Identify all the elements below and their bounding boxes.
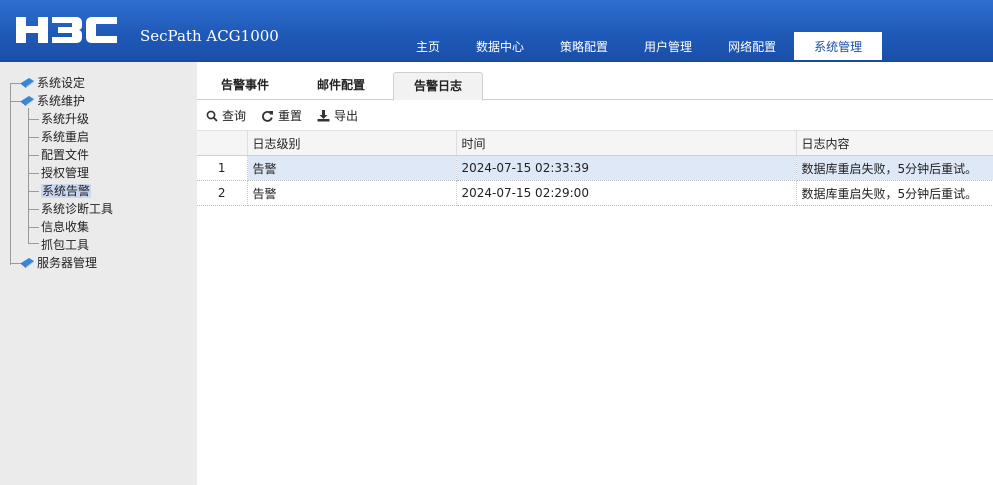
tree-item-label: 信息收集 bbox=[41, 220, 90, 234]
book-icon bbox=[21, 78, 34, 88]
nav-home[interactable]: 主页 bbox=[398, 32, 458, 62]
tree-item-system-maintenance[interactable]: 系统维护 bbox=[0, 92, 197, 110]
tab-alarm-log[interactable]: 告警日志 bbox=[393, 72, 483, 101]
alarm-log-table: 日志级别 时间 日志内容 1 告警 2024-07-15 02:33:39 数据… bbox=[197, 130, 993, 206]
book-icon bbox=[21, 258, 34, 268]
column-header-time[interactable]: 时间 bbox=[456, 130, 797, 156]
tab-mail-config[interactable]: 邮件配置 bbox=[293, 72, 389, 100]
main-nav: 主页 数据中心 策略配置 用户管理 网络配置 系统管理 bbox=[398, 32, 883, 62]
query-label: 查询 bbox=[222, 109, 247, 123]
tree-item-label: 系统重启 bbox=[41, 130, 90, 144]
table-row[interactable]: 2 告警 2024-07-15 02:29:00 数据库重启失败，5分钟后重试。 bbox=[197, 180, 993, 206]
tree-item-label: 系统告警 bbox=[41, 184, 92, 198]
tree-item-label: 系统设定 bbox=[37, 76, 86, 90]
nav-network-config[interactable]: 网络配置 bbox=[710, 32, 794, 62]
tree-item-diagnostic-tools[interactable]: 系统诊断工具 bbox=[0, 200, 197, 218]
cell-log-content: 数据库重启失败，5分钟后重试。 bbox=[796, 155, 993, 181]
tab-alarm-events[interactable]: 告警事件 bbox=[197, 72, 293, 100]
nav-user-management[interactable]: 用户管理 bbox=[626, 32, 710, 62]
query-button[interactable]: 查询 bbox=[206, 107, 246, 124]
reset-label: 重置 bbox=[278, 109, 303, 123]
tree-item-label: 授权管理 bbox=[41, 166, 90, 180]
h3c-logo bbox=[16, 17, 117, 43]
book-icon bbox=[21, 96, 34, 106]
tree-item-label: 系统维护 bbox=[37, 94, 86, 108]
tree-item-label: 服务器管理 bbox=[37, 256, 98, 270]
tree-item-label: 系统诊断工具 bbox=[41, 202, 114, 216]
tree-item-system-settings[interactable]: 系统设定 bbox=[0, 74, 197, 92]
cell-log-level: 告警 bbox=[247, 155, 457, 181]
tab-bar: 告警事件 邮件配置 告警日志 bbox=[197, 62, 993, 101]
search-icon bbox=[206, 110, 218, 122]
tree-item-label: 系统升级 bbox=[41, 112, 90, 126]
reset-button[interactable]: 重置 bbox=[261, 107, 302, 124]
refresh-icon bbox=[262, 110, 274, 122]
download-icon bbox=[317, 109, 330, 121]
column-header-log-level[interactable]: 日志级别 bbox=[247, 130, 457, 156]
cell-log-content: 数据库重启失败，5分钟后重试。 bbox=[796, 180, 993, 206]
export-button[interactable]: 导出 bbox=[317, 107, 358, 124]
sidebar: 系统设定 系统维护 系统升级 系统重启 配置文件 授权管理 系统告警 系统诊断工… bbox=[0, 62, 197, 485]
tree-item-label: 配置文件 bbox=[41, 148, 90, 162]
tree-item-info-collection[interactable]: 信息收集 bbox=[0, 218, 197, 236]
cell-time: 2024-07-15 02:29:00 bbox=[456, 180, 797, 206]
tree-item-system-reboot[interactable]: 系统重启 bbox=[0, 128, 197, 146]
tree-item-license-management[interactable]: 授权管理 bbox=[0, 164, 197, 182]
tree-item-packet-capture[interactable]: 抓包工具 bbox=[0, 236, 197, 254]
product-name: SecPath ACG1000 bbox=[140, 27, 279, 45]
table-row[interactable]: 1 告警 2024-07-15 02:33:39 数据库重启失败，5分钟后重试。 bbox=[197, 155, 993, 181]
nav-tree: 系统设定 系统维护 系统升级 系统重启 配置文件 授权管理 系统告警 系统诊断工… bbox=[0, 74, 197, 272]
top-header: SecPath ACG1000 主页 数据中心 策略配置 用户管理 网络配置 系… bbox=[0, 0, 993, 62]
nav-policy-config[interactable]: 策略配置 bbox=[542, 32, 626, 62]
tree-item-system-alarm[interactable]: 系统告警 bbox=[0, 182, 197, 200]
column-header-index bbox=[197, 130, 248, 156]
table-header-row: 日志级别 时间 日志内容 bbox=[197, 130, 993, 156]
nav-data-center[interactable]: 数据中心 bbox=[458, 32, 542, 62]
tree-item-config-file[interactable]: 配置文件 bbox=[0, 146, 197, 164]
tree-item-system-upgrade[interactable]: 系统升级 bbox=[0, 110, 197, 128]
export-label: 导出 bbox=[334, 109, 359, 123]
tree-item-label: 抓包工具 bbox=[41, 238, 90, 252]
toolbar: 查询 重置 导出 bbox=[197, 101, 993, 130]
nav-system-management[interactable]: 系统管理 bbox=[794, 32, 883, 62]
row-index: 2 bbox=[197, 180, 248, 206]
column-header-log-content[interactable]: 日志内容 bbox=[796, 130, 993, 156]
cell-log-level: 告警 bbox=[247, 180, 457, 206]
tree-item-server-management[interactable]: 服务器管理 bbox=[0, 254, 197, 272]
cell-time: 2024-07-15 02:33:39 bbox=[456, 155, 797, 181]
row-index: 1 bbox=[197, 155, 248, 181]
